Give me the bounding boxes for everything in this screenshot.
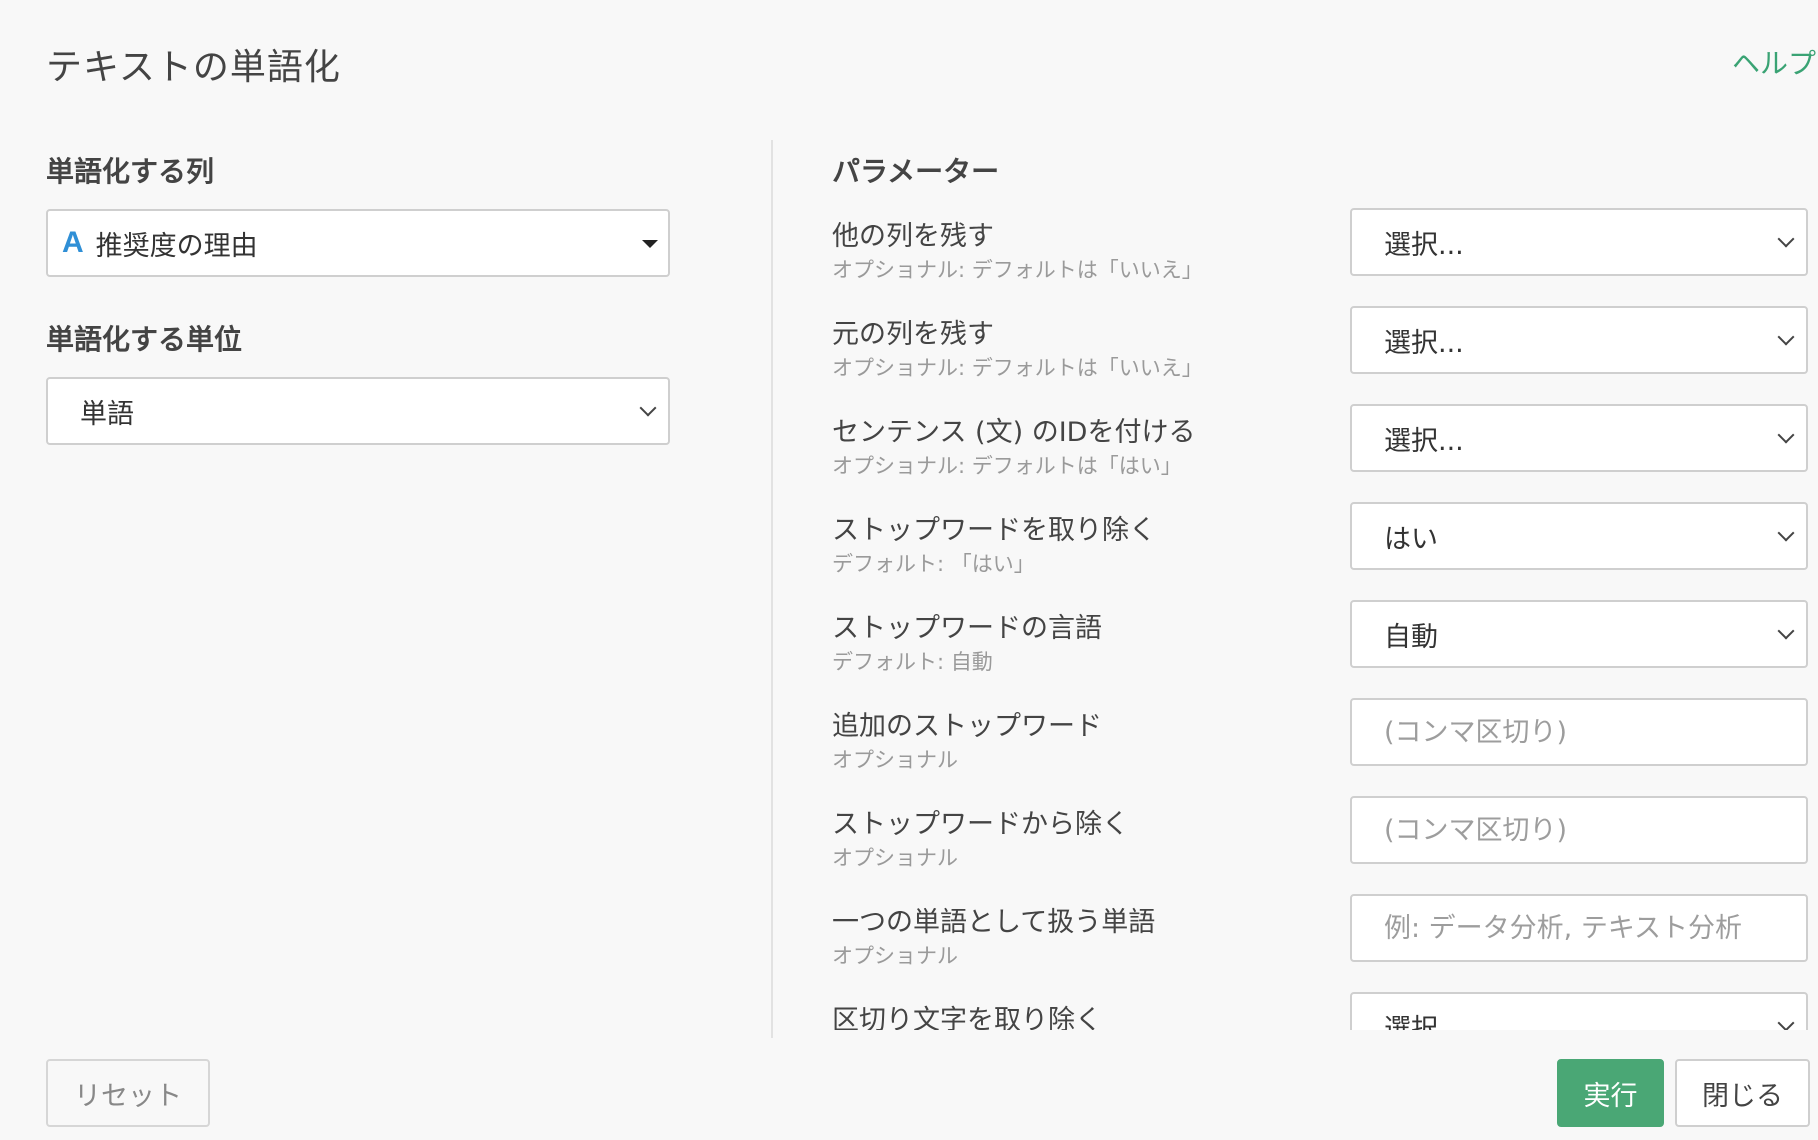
run-button[interactable]: 実行 xyxy=(1557,1059,1664,1127)
param-hint: デフォルト: 「はい」 xyxy=(832,552,1035,576)
exclude-stopwords-input[interactable] xyxy=(1350,796,1808,864)
param-name: 一つの単語として扱う単語 xyxy=(832,907,1156,938)
param-name: ストップワードを取り除く xyxy=(832,515,1156,546)
param-row-remove-stopwords: ストップワードを取り除く デフォルト: 「はい」 はい xyxy=(800,494,1818,592)
remove-stopwords-select[interactable]: はい xyxy=(1350,502,1808,570)
param-name: 区切り文字を取り除く xyxy=(832,1005,1102,1030)
chevron-down-icon xyxy=(639,399,657,417)
string-type-icon: A xyxy=(62,226,84,259)
select-value: はい xyxy=(1384,523,1438,555)
select-value: 選択... xyxy=(1384,425,1464,457)
unit-section-label: 単語化する単位 xyxy=(46,323,243,356)
select-value: 選択... xyxy=(1384,327,1464,359)
compound-words-input[interactable] xyxy=(1350,894,1808,962)
param-hint: オプショナル: デフォルトは「いいえ」 xyxy=(832,258,1203,282)
additional-stopwords-input[interactable] xyxy=(1350,698,1808,766)
chevron-down-icon xyxy=(1777,230,1795,248)
keep-original-column-select[interactable]: 選択... xyxy=(1350,306,1808,374)
chevron-down-icon xyxy=(1777,1014,1795,1030)
unit-select-value: 単語 xyxy=(80,398,134,430)
param-row-remove-punctuation: 区切り文字を取り除く 選択... xyxy=(800,984,1818,1030)
close-button[interactable]: 閉じる xyxy=(1675,1059,1810,1127)
param-row-additional-stopwords: 追加のストップワード オプショナル xyxy=(800,690,1818,788)
help-link[interactable]: ヘルプ xyxy=(1732,42,1816,82)
param-row-keep-other-columns: 他の列を残す オプショナル: デフォルトは「いいえ」 選択... xyxy=(800,200,1818,298)
param-hint: デフォルト: 自動 xyxy=(832,650,993,674)
param-hint: オプショナル xyxy=(832,748,958,772)
remove-punctuation-select[interactable]: 選択... xyxy=(1350,992,1808,1030)
param-hint: オプショナル xyxy=(832,846,958,870)
param-row-stopword-language: ストップワードの言語 デフォルト: 自動 自動 xyxy=(800,592,1818,690)
param-hint: オプショナル: デフォルトは「はい」 xyxy=(832,454,1182,478)
param-name: 元の列を残す xyxy=(832,319,994,350)
select-value: 選択... xyxy=(1384,229,1464,261)
parameters-header: パラメーター xyxy=(832,155,1000,188)
chevron-down-icon xyxy=(1777,622,1795,640)
column-select-value: 推奨度の理由 xyxy=(95,230,258,262)
parameters-list[interactable]: 他の列を残す オプショナル: デフォルトは「いいえ」 選択... 元の列を残す … xyxy=(800,200,1818,1030)
sentence-id-select[interactable]: 選択... xyxy=(1350,404,1808,472)
select-value: 自動 xyxy=(1384,621,1438,653)
keep-other-columns-select[interactable]: 選択... xyxy=(1350,208,1808,276)
chevron-down-icon xyxy=(1777,328,1795,346)
param-name: センテンス (文) のIDを付ける xyxy=(832,417,1196,448)
param-hint: オプショナル xyxy=(832,944,958,968)
select-value: 選択... xyxy=(1384,1013,1464,1031)
unit-select[interactable]: 単語 xyxy=(46,377,670,445)
param-row-exclude-stopwords: ストップワードから除く オプショナル xyxy=(800,788,1818,886)
param-row-compound-words: 一つの単語として扱う単語 オプショナル xyxy=(800,886,1818,984)
param-hint: オプショナル: デフォルトは「いいえ」 xyxy=(832,356,1203,380)
param-name: ストップワードから除く xyxy=(832,809,1129,840)
chevron-down-icon xyxy=(1777,524,1795,542)
column-section-label: 単語化する列 xyxy=(46,155,215,188)
panel-divider xyxy=(771,140,773,1038)
param-name: ストップワードの言語 xyxy=(832,613,1102,644)
param-name: 他の列を残す xyxy=(832,221,994,252)
caret-down-icon xyxy=(642,240,658,248)
column-select[interactable]: A 推奨度の理由 xyxy=(46,209,670,277)
stopword-language-select[interactable]: 自動 xyxy=(1350,600,1808,668)
reset-button[interactable]: リセット xyxy=(46,1059,210,1127)
page-title: テキストの単語化 xyxy=(46,47,341,88)
param-row-sentence-id: センテンス (文) のIDを付ける オプショナル: デフォルトは「はい」 選択.… xyxy=(800,396,1818,494)
param-name: 追加のストップワード xyxy=(832,711,1102,742)
chevron-down-icon xyxy=(1777,426,1795,444)
param-row-keep-original-column: 元の列を残す オプショナル: デフォルトは「いいえ」 選択... xyxy=(800,298,1818,396)
